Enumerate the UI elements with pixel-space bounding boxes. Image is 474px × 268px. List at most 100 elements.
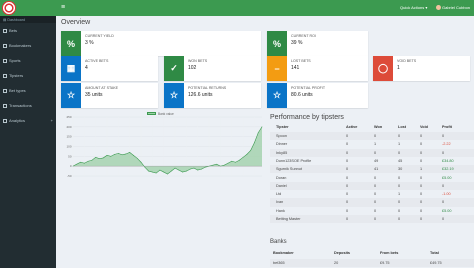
data-point	[155, 172, 157, 174]
data-point	[118, 153, 119, 154]
cell-profit: 0	[442, 217, 445, 221]
overview-title: Overview	[61, 19, 91, 26]
cell-lost: 0	[398, 150, 401, 155]
cell-profit: -1.00	[442, 192, 451, 197]
data-point	[95, 156, 97, 158]
bet-types-icon	[3, 88, 7, 93]
cell-won: 49	[374, 158, 379, 163]
table-row[interactable]: Sgurnik Sunnut 0 41 30 1 £32.19	[270, 165, 474, 174]
calendar-icon: ▦	[61, 56, 81, 81]
menu-toggle-icon[interactable]: ≡	[61, 4, 65, 11]
cell-active: 0	[346, 192, 349, 197]
y-tick-label: 100	[66, 145, 71, 149]
data-point	[216, 163, 217, 165]
data-point	[163, 171, 165, 173]
cell-won: 41	[374, 167, 379, 172]
cell-active: 0	[346, 142, 349, 147]
cell-profit: £34.80	[442, 158, 454, 163]
bookmakers-icon	[3, 43, 7, 48]
cell-void: 0	[420, 217, 423, 221]
data-point	[246, 154, 248, 155]
cell-active: 0	[346, 158, 349, 163]
data-point	[257, 132, 259, 134]
info-box-amount-at-stake: ☆ AMOUNT AT STAKE 35 units	[61, 83, 158, 108]
cell-void: 0	[420, 150, 423, 155]
table-row[interactable]: Inky85 0 0 0 0 0	[270, 148, 474, 157]
cell-name: Betting Master	[276, 217, 301, 221]
sidebar-heading[interactable]: ▤ Dashboard	[0, 16, 56, 23]
table-row[interactable]: Daniel 0 0 0 0 0	[270, 181, 474, 190]
cell-won: 0	[374, 134, 377, 138]
cell-lost: 30	[398, 167, 403, 172]
user-menu[interactable]: Gabriel Cubbon	[436, 5, 470, 11]
data-point	[80, 161, 81, 163]
cell-active: 0	[346, 217, 349, 221]
analytics-icon	[3, 118, 7, 123]
performance-title: Performance by tipsters	[270, 114, 344, 121]
sidebar-item-bookmakers[interactable]: Bookmakers	[0, 38, 56, 53]
data-point	[201, 168, 202, 170]
cell-profit: £5.00	[442, 175, 452, 180]
table-row[interactable]: bet365 20 £9.75 £49.75	[270, 259, 474, 268]
sidebar-item-sports[interactable]: Sports	[0, 53, 56, 68]
sidebar-item-bets[interactable]: Bets	[0, 23, 56, 38]
cell-lost: 0	[398, 134, 401, 138]
cell-lost: 0	[398, 183, 401, 188]
data-point	[227, 162, 229, 164]
y-tick-label: 150	[66, 135, 71, 139]
sidebar-item-bet-types[interactable]: Bet types	[0, 83, 56, 98]
sidebar-item-transactions[interactable]: Transactions	[0, 98, 56, 113]
cell-void: 0	[420, 142, 423, 147]
table-row[interactable]: Dinner 0 1 1 0 -2.22	[270, 140, 474, 148]
table-row[interactable]: Ivan 0 0 0 0 0	[270, 198, 474, 207]
series-area-bank-value	[73, 126, 262, 175]
data-point	[106, 155, 108, 156]
sidebar-item-analytics[interactable]: Analytics +	[0, 113, 56, 128]
cell-name: Sgurnik Sunnut	[276, 167, 302, 172]
expand-icon[interactable]: +	[51, 118, 53, 123]
cell-profit: £32.19	[442, 167, 454, 172]
cell-name: Inky85	[276, 150, 288, 155]
banks-title: Banks	[270, 239, 287, 245]
info-box-won-bets: ✓ WON BETS 102	[164, 56, 261, 81]
logo[interactable]	[2, 1, 16, 15]
cell-profit: -2.22	[442, 142, 451, 147]
quick-actions-menu[interactable]: Quick Actions ▾	[400, 5, 427, 10]
star-icon: ☆	[267, 83, 287, 108]
star-icon: ☆	[164, 83, 184, 108]
data-point	[129, 152, 131, 153]
cell-name: Hank	[276, 208, 285, 213]
y-tick-label: -50	[67, 174, 72, 178]
info-box-current-yield: % CURRENT YIELD 3 %	[61, 31, 261, 56]
cell-active: 0	[346, 134, 349, 138]
table-row[interactable]: Spoon 0 0 0 0 0	[270, 132, 474, 141]
cell-name: Ivan	[276, 200, 284, 205]
info-box-current-roi: % CURRENT ROI 39 %	[267, 31, 368, 56]
info-box-active-bets: ▦ ACTIVE BETS 4	[61, 56, 158, 81]
cell-won: 0	[374, 183, 377, 188]
table-row[interactable]: Dunn123SOE Profile 0 49 45 0 £34.80	[270, 157, 474, 165]
data-point	[152, 171, 153, 173]
percent-icon: %	[267, 31, 287, 56]
cell-won: 0	[374, 208, 377, 213]
data-point	[148, 170, 149, 172]
data-point	[91, 159, 93, 161]
table-row[interactable]: Betting Master 0 0 0 0 0	[270, 215, 474, 224]
data-point	[223, 164, 225, 166]
table-row[interactable]: Ltd 0 0 1 0 -1.00	[270, 190, 474, 198]
data-point	[110, 155, 112, 157]
data-point	[167, 173, 168, 175]
table-row[interactable]: Hank 0 0 0 0 £5.00	[270, 207, 474, 215]
data-point	[254, 142, 255, 143]
cell-void: 0	[420, 183, 423, 188]
cell-void: 0	[420, 208, 423, 213]
data-point	[212, 164, 214, 166]
info-box-lost-bets: − LOST BETS 141	[267, 56, 368, 81]
cell-active: 0	[346, 175, 349, 180]
sidebar-item-tipsters[interactable]: Tipsters	[0, 68, 56, 83]
cell-name: Ltd	[276, 192, 282, 197]
cell-name: Spoon	[276, 134, 287, 138]
top-navbar: ≡ Quick Actions ▾ Gabriel Cubbon	[0, 0, 474, 16]
table-row[interactable]: Doran 0 0 0 0 £5.00	[270, 174, 474, 182]
tipsters-icon	[3, 73, 7, 78]
